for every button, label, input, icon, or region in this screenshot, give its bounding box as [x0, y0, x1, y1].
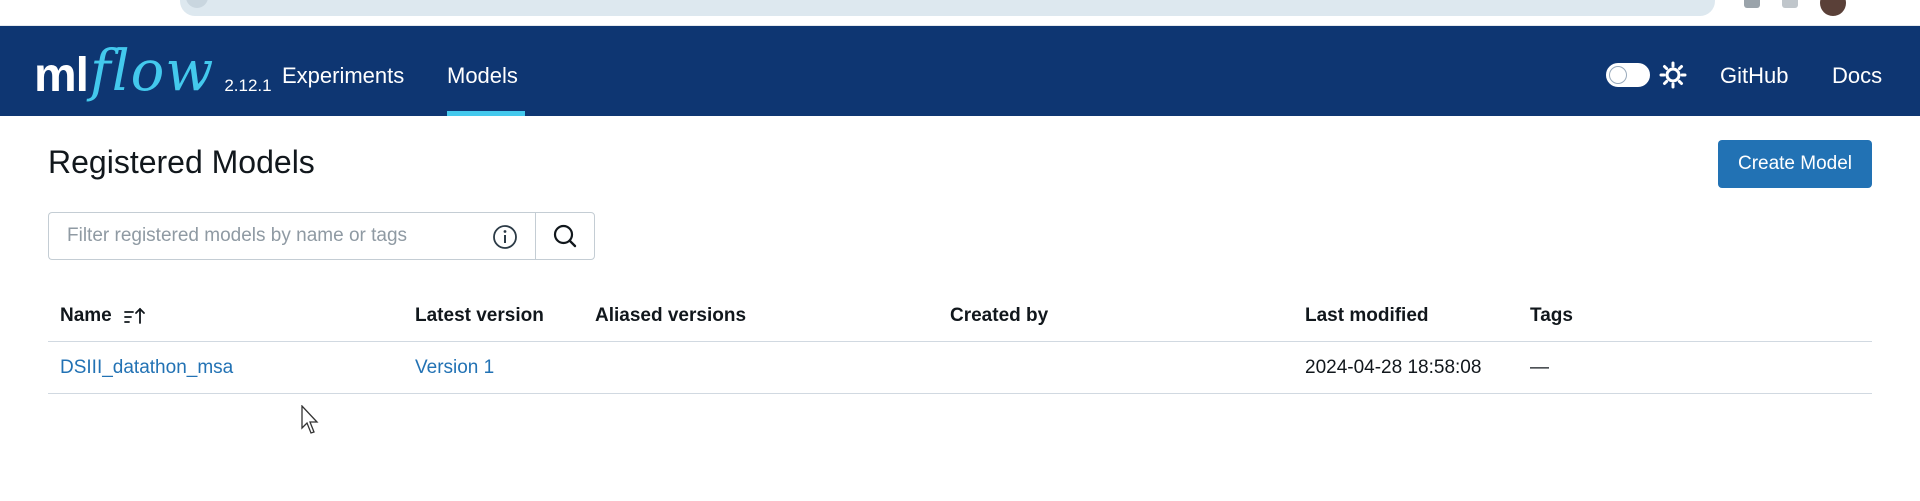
- column-name-label: Name: [60, 305, 112, 326]
- top-navbar: ml flow 2.12.1 Experiments Models GitHub…: [0, 26, 1920, 116]
- search-input[interactable]: [49, 213, 489, 259]
- table-row: DSIII_datathon_msa Version 1 2024-04-28 …: [48, 342, 1872, 394]
- latest-version-link[interactable]: Version 1: [415, 342, 494, 394]
- github-link[interactable]: GitHub: [1720, 26, 1788, 116]
- model-name-link[interactable]: DSIII_datathon_msa: [60, 342, 233, 394]
- mouse-cursor-icon: [301, 405, 319, 434]
- theme-toggle[interactable]: [1606, 63, 1650, 87]
- search-field: [48, 212, 535, 260]
- browser-chrome: [0, 0, 1920, 26]
- column-header-aliased-versions: Aliased versions: [595, 305, 747, 326]
- column-header-latest-version: Latest version: [415, 305, 544, 326]
- page-title: Registered Models: [48, 144, 315, 180]
- sort-ascending-icon[interactable]: [123, 306, 147, 326]
- logo-ml: ml: [34, 49, 89, 102]
- extension-icon[interactable]: [1744, 0, 1760, 8]
- column-header-last-modified: Last modified: [1305, 305, 1429, 326]
- tags-cell: —: [1530, 357, 1549, 378]
- logo-flow: flow: [90, 39, 215, 104]
- model-search: [48, 212, 595, 260]
- table-header: Name Latest version Aliased versions Cre…: [48, 290, 1872, 342]
- column-header-created-by: Created by: [950, 305, 1049, 326]
- last-modified-cell: 2024-04-28 18:58:08: [1305, 357, 1482, 378]
- profile-avatar[interactable]: [1820, 0, 1846, 16]
- column-header-name[interactable]: Name: [60, 290, 147, 342]
- sun-icon[interactable]: [1659, 61, 1687, 89]
- column-header-tags: Tags: [1530, 305, 1573, 326]
- nav-models[interactable]: Models: [447, 26, 525, 116]
- mlflow-logo[interactable]: ml flow 2.12.1: [34, 44, 272, 100]
- search-button[interactable]: [535, 212, 595, 260]
- toggle-thumb: [1609, 66, 1627, 84]
- site-info-icon[interactable]: [186, 0, 208, 8]
- docs-link[interactable]: Docs: [1832, 26, 1882, 116]
- address-bar[interactable]: [180, 0, 1715, 16]
- create-model-button[interactable]: Create Model: [1718, 140, 1872, 188]
- extension-icon[interactable]: [1782, 0, 1798, 8]
- version-label: 2.12.1: [224, 76, 272, 95]
- search-icon: [553, 224, 577, 248]
- nav-experiments[interactable]: Experiments: [282, 26, 404, 116]
- info-icon[interactable]: [492, 224, 518, 250]
- registered-models-table: Name Latest version Aliased versions Cre…: [48, 290, 1872, 394]
